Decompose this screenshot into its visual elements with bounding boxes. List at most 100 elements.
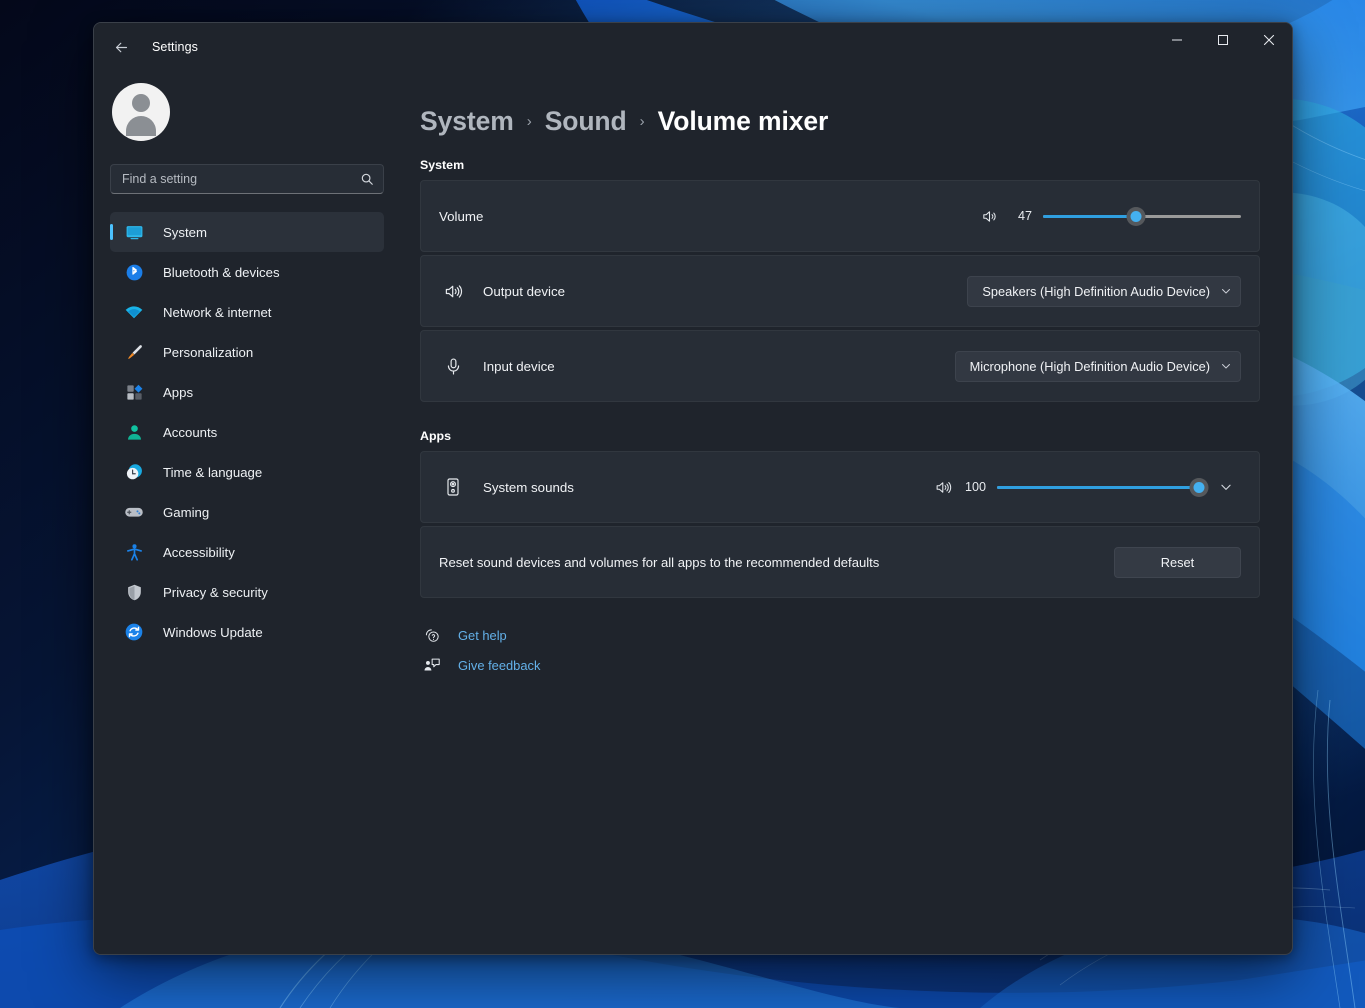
system-sounds-label: System sounds [483,480,574,495]
give-feedback-label: Give feedback [458,658,540,673]
breadcrumb: System › Sound › Volume mixer [420,106,1260,137]
sidebar-item-label: Accessibility [163,545,235,560]
sidebar-item-label: Gaming [163,505,209,520]
system-sounds-expand-button[interactable] [1211,472,1241,502]
gamepad-icon [123,501,145,523]
volume-value: 47 [1009,209,1032,223]
output-device-row: Output device Speakers (High Definition … [420,255,1260,327]
accessibility-icon [123,541,145,563]
content-area: System › Sound › Volume mixer System Vol… [400,71,1292,954]
close-icon [1263,34,1275,46]
sidebar-item-personalization[interactable]: Personalization [110,332,384,372]
window-title: Settings [152,40,198,54]
avatar-head [132,94,150,112]
system-sounds-row: System sounds 100 [420,451,1260,523]
output-device-label: Output device [483,284,565,299]
volume-label: Volume [439,209,483,224]
system-cards: Volume 47 [420,180,1260,402]
sidebar-item-label: Bluetooth & devices [163,265,280,280]
update-refresh-icon [123,621,145,643]
sidebar-item-label: Personalization [163,345,253,360]
input-device-row: Input device Microphone (High Definition… [420,330,1260,402]
breadcrumb-item-system[interactable]: System [420,106,514,137]
sidebar-item-privacy-security[interactable]: Privacy & security [110,572,384,612]
breadcrumb-item-sound[interactable]: Sound [545,106,627,137]
speaker-wave-icon [439,282,467,301]
back-button[interactable] [104,31,138,63]
slider-fill [1043,215,1136,218]
slider-thumb[interactable] [1127,207,1146,226]
volume-slider[interactable] [1043,205,1241,227]
help-links: Get help Give feedback [420,627,1260,674]
output-device-dropdown[interactable]: Speakers (High Definition Audio Device) [967,276,1241,307]
input-device-value: Microphone (High Definition Audio Device… [970,359,1210,374]
sidebar-item-label: Network & internet [163,305,271,320]
monitor-icon [123,221,145,243]
sidebar-item-label: Time & language [163,465,262,480]
apps-cards: System sounds 100 [420,451,1260,598]
sidebar-item-system[interactable]: System [110,212,384,252]
maximize-button[interactable] [1200,23,1246,57]
sidebar-item-network-internet[interactable]: Network & internet [110,292,384,332]
section-heading-system: System [420,158,1260,172]
bluetooth-icon [123,261,145,283]
get-help-link[interactable]: Get help [420,627,1260,644]
sidebar-item-accounts[interactable]: Accounts [110,412,384,452]
reset-button[interactable]: Reset [1114,547,1241,578]
input-device-label: Input device [483,359,555,374]
sidebar-item-windows-update[interactable]: Windows Update [110,612,384,652]
reset-row: Reset sound devices and volumes for all … [420,526,1260,598]
chevron-down-icon [1220,285,1232,297]
system-sounds-slider-group: 100 [935,476,1199,498]
maximize-icon [1217,34,1229,46]
speaker-wave-icon[interactable] [981,208,998,225]
breadcrumb-item-volume-mixer: Volume mixer [658,106,829,137]
person-icon [123,421,145,443]
sidebar-item-label: Windows Update [163,625,263,640]
sidebar-nav: System Bluetooth & devices [110,212,384,652]
slider-fill [997,486,1199,489]
speaker-wave-icon[interactable] [935,479,952,496]
minimize-icon [1171,34,1183,46]
sidebar-item-gaming[interactable]: Gaming [110,492,384,532]
section-heading-apps: Apps [420,429,1260,443]
speaker-box-icon [439,477,467,497]
sidebar-item-apps[interactable]: Apps [110,372,384,412]
volume-slider-group: 47 [981,205,1241,227]
avatar[interactable] [112,83,170,141]
system-sounds-value: 100 [963,480,986,494]
sidebar-item-label: Apps [163,385,193,400]
sidebar: System Bluetooth & devices [94,71,400,954]
wifi-icon [123,301,145,323]
slider-thumb[interactable] [1190,478,1209,497]
give-feedback-link[interactable]: Give feedback [420,656,1260,674]
system-sounds-slider[interactable] [997,476,1199,498]
breadcrumb-separator: › [640,113,645,130]
search-icon [360,172,374,186]
window-controls [1154,23,1292,71]
sidebar-item-time-language[interactable]: Time & language [110,452,384,492]
feedback-person-icon [422,656,442,674]
volume-row: Volume 47 [420,180,1260,252]
shield-icon [123,581,145,603]
chevron-down-icon [1219,480,1233,494]
get-help-label: Get help [458,628,507,643]
help-question-icon [422,627,442,644]
paintbrush-icon [123,341,145,363]
sidebar-item-accessibility[interactable]: Accessibility [110,532,384,572]
avatar-body [126,116,156,136]
search-box[interactable] [110,164,384,194]
microphone-icon [439,357,467,376]
volume-controls: 47 [981,205,1241,227]
sidebar-item-bluetooth-devices[interactable]: Bluetooth & devices [110,252,384,292]
minimize-button[interactable] [1154,23,1200,57]
close-button[interactable] [1246,23,1292,57]
input-device-dropdown[interactable]: Microphone (High Definition Audio Device… [955,351,1241,382]
settings-window: Settings [93,22,1293,955]
chevron-down-icon [1220,360,1232,372]
back-arrow-icon [113,39,130,56]
search-input[interactable] [122,172,360,186]
clock-icon [123,461,145,483]
reset-description: Reset sound devices and volumes for all … [439,555,879,570]
title-bar: Settings [94,23,1292,71]
